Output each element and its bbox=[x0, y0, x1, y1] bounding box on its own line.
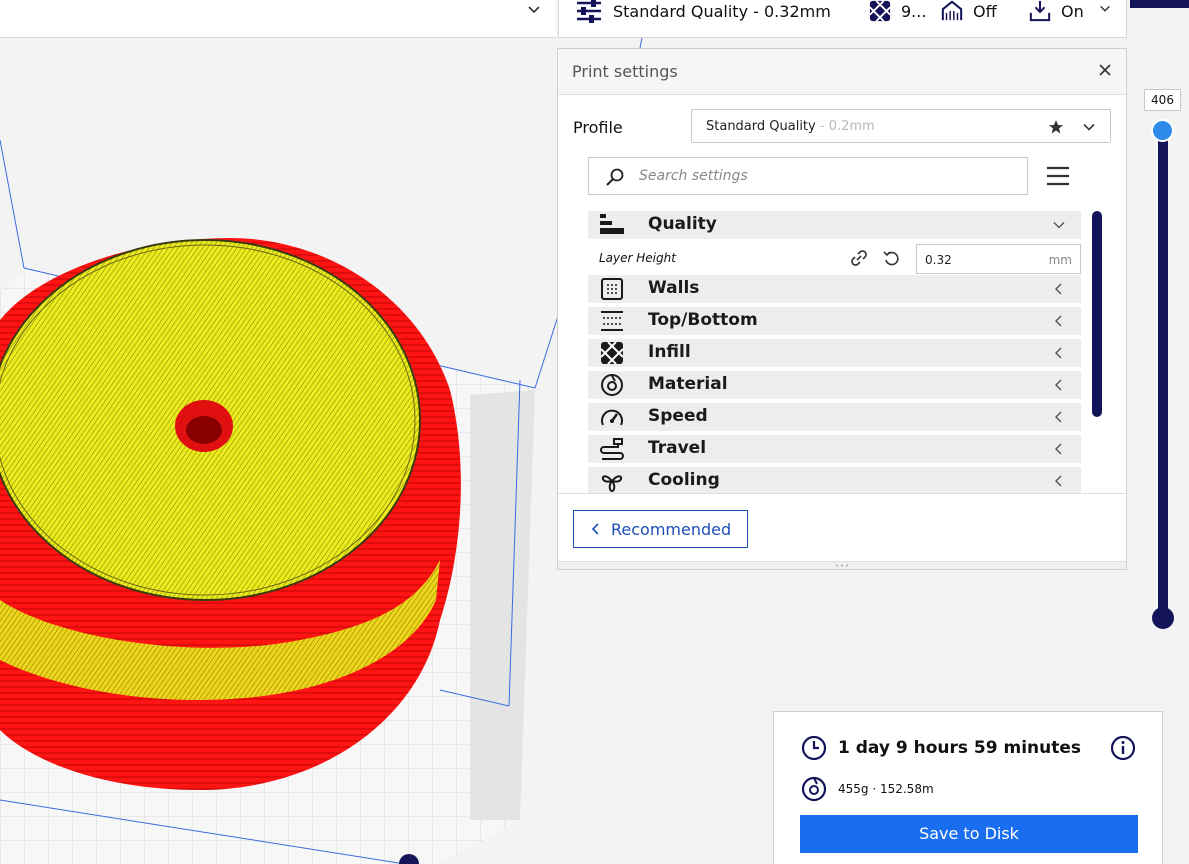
support-summary-value: Off bbox=[973, 1, 997, 21]
profile-dropdown[interactable]: Standard Quality - 0.2mm bbox=[691, 109, 1111, 143]
chevron-down-icon bbox=[1053, 222, 1065, 229]
category-top-bottom[interactable]: Top/Bottom bbox=[588, 307, 1081, 335]
layer-slider-track[interactable] bbox=[1158, 130, 1168, 619]
category-walls[interactable]: Walls bbox=[588, 275, 1081, 303]
clock-icon bbox=[801, 735, 827, 761]
category-label: Quality bbox=[648, 214, 717, 234]
chevron-left-icon bbox=[1055, 283, 1062, 295]
category-label: Cooling bbox=[648, 470, 720, 490]
accent-bar bbox=[1130, 0, 1189, 8]
chevron-left-icon bbox=[1055, 347, 1062, 359]
menu-icon[interactable] bbox=[1046, 164, 1070, 188]
chevron-down-icon bbox=[1083, 123, 1095, 131]
layer-height-value: 0.32 bbox=[925, 253, 952, 267]
panel-title: Print settings bbox=[572, 62, 678, 81]
category-travel[interactable]: Travel bbox=[588, 435, 1081, 463]
infill-summary-value: 9... bbox=[901, 1, 927, 21]
adhesion-icon bbox=[1029, 0, 1051, 22]
chevron-left-icon bbox=[591, 523, 599, 535]
star-icon[interactable] bbox=[1048, 119, 1064, 135]
info-icon[interactable] bbox=[1110, 735, 1136, 761]
reset-icon[interactable] bbox=[882, 249, 902, 267]
chevron-left-icon bbox=[1055, 443, 1062, 455]
category-cooling[interactable]: Cooling bbox=[588, 467, 1081, 493]
material-icon bbox=[601, 374, 623, 396]
adhesion-summary-value: On bbox=[1061, 1, 1084, 21]
stage-bar-left bbox=[0, 0, 556, 38]
category-label: Speed bbox=[648, 406, 708, 426]
top-bottom-icon bbox=[601, 311, 623, 331]
category-speed[interactable]: Speed bbox=[588, 403, 1081, 431]
layer-slider-top-handle[interactable] bbox=[1151, 119, 1174, 142]
grip-icon bbox=[836, 564, 848, 567]
cooling-icon bbox=[601, 475, 623, 492]
infill-summary[interactable]: 9... bbox=[869, 0, 926, 22]
layer-height-input[interactable]: 0.32 mm bbox=[916, 244, 1081, 274]
chevron-down-icon[interactable] bbox=[526, 2, 542, 18]
category-label: Travel bbox=[648, 438, 707, 458]
spool-icon bbox=[801, 776, 827, 802]
profile-name: Standard Quality - 0.2mm bbox=[706, 119, 875, 134]
current-layer-label[interactable]: 406 bbox=[1144, 89, 1181, 111]
speed-icon bbox=[601, 409, 623, 426]
link-icon[interactable] bbox=[849, 249, 869, 267]
layer-slider-bottom-handle[interactable] bbox=[1152, 607, 1174, 629]
material-usage: 455g · 152.58m bbox=[838, 782, 934, 796]
quality-summary[interactable]: Standard Quality - 0.32mm bbox=[575, 0, 831, 23]
save-to-disk-button[interactable]: Save to Disk bbox=[800, 815, 1138, 853]
travel-icon bbox=[600, 438, 624, 460]
chevron-left-icon bbox=[1055, 379, 1062, 391]
setting-layer-height: Layer Height 0.32 mm bbox=[588, 243, 1081, 274]
quality-summary-label: Standard Quality - 0.32mm bbox=[613, 1, 831, 21]
quality-icon bbox=[600, 214, 624, 234]
profile-layer-height: - 0.2mm bbox=[815, 119, 875, 134]
category-label: Walls bbox=[648, 278, 700, 298]
support-icon bbox=[941, 0, 963, 21]
print-time: 1 day 9 hours 59 minutes bbox=[838, 738, 1082, 758]
divider bbox=[558, 493, 1126, 494]
category-label: Infill bbox=[648, 342, 691, 362]
settings-scrollbar[interactable] bbox=[1092, 211, 1102, 417]
category-material[interactable]: Material bbox=[588, 371, 1081, 399]
settings-list[interactable]: Quality Layer Height 0.32 mm Walls Top/B… bbox=[588, 211, 1082, 493]
walls-icon bbox=[601, 278, 623, 300]
infill-icon bbox=[869, 0, 891, 22]
category-quality[interactable]: Quality bbox=[588, 211, 1081, 239]
panel-resize-handle[interactable] bbox=[558, 561, 1126, 569]
category-label: Material bbox=[648, 374, 728, 394]
search-input[interactable] bbox=[639, 166, 1009, 186]
chevron-left-icon bbox=[1055, 475, 1062, 487]
close-icon[interactable] bbox=[1098, 63, 1112, 77]
layer-height-unit: mm bbox=[1048, 253, 1072, 267]
print-setup-summary[interactable]: Standard Quality - 0.32mm 9... Off On bbox=[558, 0, 1127, 38]
category-infill[interactable]: Infill bbox=[588, 339, 1081, 367]
search-settings[interactable] bbox=[588, 157, 1028, 195]
infill-icon bbox=[600, 342, 624, 364]
chevron-left-icon bbox=[1055, 315, 1062, 327]
search-icon bbox=[606, 168, 624, 186]
setting-label: Layer Height bbox=[599, 251, 676, 265]
panel-header: Print settings bbox=[558, 49, 1126, 95]
recommended-label: Recommended bbox=[611, 520, 732, 539]
settings-sliders-icon bbox=[577, 0, 601, 23]
chevron-left-icon bbox=[1055, 411, 1062, 423]
print-settings-panel: Print settings Profile Standard Quality … bbox=[557, 48, 1127, 570]
support-summary[interactable]: Off bbox=[941, 0, 997, 22]
recommended-button[interactable]: Recommended bbox=[573, 510, 748, 548]
profile-label: Profile bbox=[573, 118, 623, 137]
print-info-card: 1 day 9 hours 59 minutes 455g · 152.58m … bbox=[773, 711, 1163, 864]
category-label: Top/Bottom bbox=[648, 310, 758, 330]
chevron-down-icon[interactable] bbox=[1098, 2, 1112, 16]
adhesion-summary[interactable]: On bbox=[1029, 0, 1084, 22]
